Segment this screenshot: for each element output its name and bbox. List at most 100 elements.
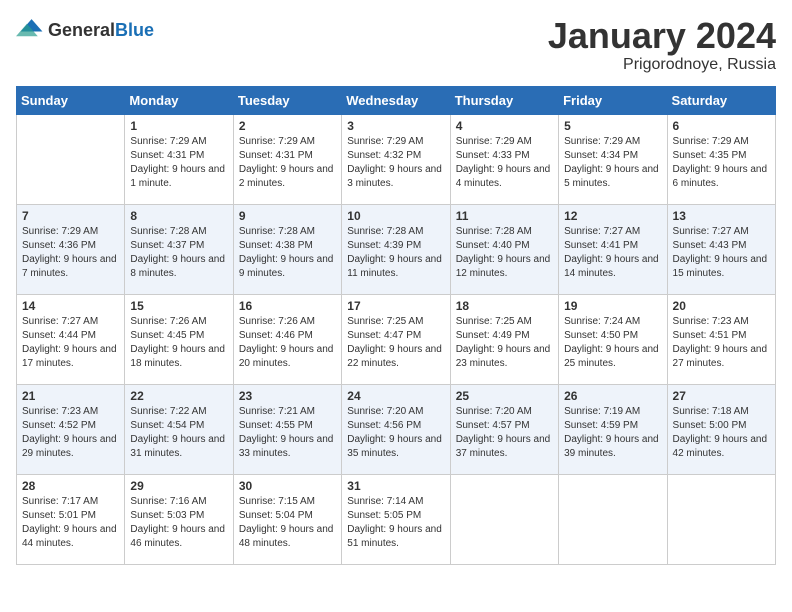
calendar-cell: 5Sunrise: 7:29 AMSunset: 4:34 PMDaylight…	[559, 114, 667, 204]
day-info: Sunrise: 7:24 AMSunset: 4:50 PMDaylight:…	[564, 315, 661, 371]
day-number: 9	[239, 209, 336, 223]
day-number: 7	[22, 209, 119, 223]
calendar-cell: 8 Sunrise: 7:28 AMSunset: 4:37 PMDaylight…	[125, 204, 233, 294]
day-info: Sunrise: 7:28 AMSunset: 4:40 PMDaylight:…	[456, 225, 553, 281]
calendar-cell	[559, 474, 667, 564]
calendar-cell: 13 Sunrise: 7:27 AMSunset: 4:43 PMDayligh…	[667, 204, 775, 294]
calendar-cell: 26 Sunrise: 7:19 AMSunset: 4:59 PMDayligh…	[559, 384, 667, 474]
calendar-cell: 16Sunrise: 7:26 AMSunset: 4:46 PMDayligh…	[233, 294, 341, 384]
day-info: Sunrise: 7:29 AMSunset: 4:34 PMDaylight:…	[564, 135, 661, 191]
day-info: Sunrise: 7:28 AMSunset: 4:38 PMDaylight:…	[239, 225, 336, 281]
day-info: Sunrise: 7:29 AMSunset: 4:36 PMDaylight:…	[22, 225, 119, 281]
day-info: Sunrise: 7:25 AMSunset: 4:47 PMDaylight:…	[347, 315, 444, 371]
day-info: Sunrise: 7:14 AMSunset: 5:05 PMDaylight:…	[347, 495, 444, 551]
column-header-wednesday: Wednesday	[342, 86, 450, 114]
calendar-cell: 19 Sunrise: 7:24 AMSunset: 4:50 PMDayligh…	[559, 294, 667, 384]
page-header: GeneralBlue January 2024 Prigorodnoye, R…	[16, 16, 776, 74]
day-number: 27	[673, 389, 770, 403]
day-number: 28	[22, 479, 119, 493]
day-info: Sunrise: 7:28 AMSunset: 4:39 PMDaylight:…	[347, 225, 444, 281]
day-number: 23	[239, 389, 336, 403]
day-info: Sunrise: 7:21 AMSunset: 4:55 PMDaylight:…	[239, 405, 336, 461]
calendar-header-row: SundayMondayTuesdayWednesdayThursdayFrid…	[17, 86, 776, 114]
calendar-cell: 6 Sunrise: 7:29 AMSunset: 4:35 PMDaylight…	[667, 114, 775, 204]
day-info: Sunrise: 7:28 AMSunset: 4:37 PMDaylight:…	[130, 225, 227, 281]
calendar-cell: 2 Sunrise: 7:29 AMSunset: 4:31 PMDaylight…	[233, 114, 341, 204]
calendar-week-row: 1Sunrise: 7:29 AMSunset: 4:31 PMDaylight…	[17, 114, 776, 204]
column-header-monday: Monday	[125, 86, 233, 114]
calendar-cell: 22 Sunrise: 7:22 AMSunset: 4:54 PMDayligh…	[125, 384, 233, 474]
day-number: 19	[564, 299, 661, 313]
day-number: 2	[239, 119, 336, 133]
calendar-cell: 4 Sunrise: 7:29 AMSunset: 4:33 PMDaylight…	[450, 114, 558, 204]
calendar-cell: 29Sunrise: 7:16 AMSunset: 5:03 PMDayligh…	[125, 474, 233, 564]
calendar-cell: 23 Sunrise: 7:21 AMSunset: 4:55 PMDayligh…	[233, 384, 341, 474]
day-number: 8	[130, 209, 227, 223]
day-info: Sunrise: 7:29 AMSunset: 4:35 PMDaylight:…	[673, 135, 770, 191]
day-info: Sunrise: 7:19 AMSunset: 4:59 PMDaylight:…	[564, 405, 661, 461]
calendar-week-row: 21 Sunrise: 7:23 AMSunset: 4:52 PMDayligh…	[17, 384, 776, 474]
column-header-sunday: Sunday	[17, 86, 125, 114]
day-info: Sunrise: 7:27 AMSunset: 4:43 PMDaylight:…	[673, 225, 770, 281]
day-info: Sunrise: 7:29 AMSunset: 4:31 PMDaylight:…	[239, 135, 336, 191]
day-number: 6	[673, 119, 770, 133]
calendar-cell: 27 Sunrise: 7:18 AMSunset: 5:00 PMDayligh…	[667, 384, 775, 474]
day-number: 17	[347, 299, 444, 313]
calendar-cell: 31 Sunrise: 7:14 AMSunset: 5:05 PMDayligh…	[342, 474, 450, 564]
calendar-table: SundayMondayTuesdayWednesdayThursdayFrid…	[16, 86, 776, 565]
day-number: 14	[22, 299, 119, 313]
calendar-week-row: 28 Sunrise: 7:17 AMSunset: 5:01 PMDayligh…	[17, 474, 776, 564]
column-header-friday: Friday	[559, 86, 667, 114]
day-number: 4	[456, 119, 553, 133]
day-number: 13	[673, 209, 770, 223]
calendar-cell: 21 Sunrise: 7:23 AMSunset: 4:52 PMDayligh…	[17, 384, 125, 474]
day-number: 25	[456, 389, 553, 403]
day-number: 29	[130, 479, 227, 493]
calendar-cell: 14 Sunrise: 7:27 AMSunset: 4:44 PMDayligh…	[17, 294, 125, 384]
day-info: Sunrise: 7:18 AMSunset: 5:00 PMDaylight:…	[673, 405, 770, 461]
day-number: 10	[347, 209, 444, 223]
day-number: 12	[564, 209, 661, 223]
calendar-cell: 28 Sunrise: 7:17 AMSunset: 5:01 PMDayligh…	[17, 474, 125, 564]
day-info: Sunrise: 7:29 AMSunset: 4:33 PMDaylight:…	[456, 135, 553, 191]
calendar-cell: 1Sunrise: 7:29 AMSunset: 4:31 PMDaylight…	[125, 114, 233, 204]
column-header-saturday: Saturday	[667, 86, 775, 114]
day-number: 22	[130, 389, 227, 403]
day-info: Sunrise: 7:20 AMSunset: 4:56 PMDaylight:…	[347, 405, 444, 461]
logo: GeneralBlue	[16, 16, 154, 44]
day-number: 21	[22, 389, 119, 403]
day-info: Sunrise: 7:27 AMSunset: 4:44 PMDaylight:…	[22, 315, 119, 371]
calendar-cell: 20Sunrise: 7:23 AMSunset: 4:51 PMDayligh…	[667, 294, 775, 384]
calendar-cell	[450, 474, 558, 564]
day-info: Sunrise: 7:15 AMSunset: 5:04 PMDaylight:…	[239, 495, 336, 551]
column-header-thursday: Thursday	[450, 86, 558, 114]
calendar-cell	[667, 474, 775, 564]
calendar-cell: 25 Sunrise: 7:20 AMSunset: 4:57 PMDayligh…	[450, 384, 558, 474]
day-number: 31	[347, 479, 444, 493]
calendar-cell: 15 Sunrise: 7:26 AMSunset: 4:45 PMDayligh…	[125, 294, 233, 384]
logo-icon	[16, 16, 44, 44]
calendar-week-row: 14 Sunrise: 7:27 AMSunset: 4:44 PMDayligh…	[17, 294, 776, 384]
day-info: Sunrise: 7:23 AMSunset: 4:51 PMDaylight:…	[673, 315, 770, 371]
day-info: Sunrise: 7:29 AMSunset: 4:32 PMDaylight:…	[347, 135, 444, 191]
calendar-cell: 10 Sunrise: 7:28 AMSunset: 4:39 PMDayligh…	[342, 204, 450, 294]
day-info: Sunrise: 7:20 AMSunset: 4:57 PMDaylight:…	[456, 405, 553, 461]
day-info: Sunrise: 7:29 AMSunset: 4:31 PMDaylight:…	[130, 135, 227, 191]
calendar-cell: 9 Sunrise: 7:28 AMSunset: 4:38 PMDaylight…	[233, 204, 341, 294]
calendar-cell: 7 Sunrise: 7:29 AMSunset: 4:36 PMDaylight…	[17, 204, 125, 294]
calendar-cell: 24 Sunrise: 7:20 AMSunset: 4:56 PMDayligh…	[342, 384, 450, 474]
calendar-cell: 30Sunrise: 7:15 AMSunset: 5:04 PMDayligh…	[233, 474, 341, 564]
day-number: 11	[456, 209, 553, 223]
day-number: 24	[347, 389, 444, 403]
calendar-cell: 12Sunrise: 7:27 AMSunset: 4:41 PMDayligh…	[559, 204, 667, 294]
calendar-week-row: 7 Sunrise: 7:29 AMSunset: 4:36 PMDaylight…	[17, 204, 776, 294]
day-number: 15	[130, 299, 227, 313]
day-info: Sunrise: 7:17 AMSunset: 5:01 PMDaylight:…	[22, 495, 119, 551]
calendar-cell: 17 Sunrise: 7:25 AMSunset: 4:47 PMDayligh…	[342, 294, 450, 384]
day-info: Sunrise: 7:25 AMSunset: 4:49 PMDaylight:…	[456, 315, 553, 371]
day-info: Sunrise: 7:26 AMSunset: 4:45 PMDaylight:…	[130, 315, 227, 371]
calendar-title: January 2024	[548, 16, 776, 56]
day-info: Sunrise: 7:23 AMSunset: 4:52 PMDaylight:…	[22, 405, 119, 461]
day-info: Sunrise: 7:22 AMSunset: 4:54 PMDaylight:…	[130, 405, 227, 461]
day-number: 26	[564, 389, 661, 403]
